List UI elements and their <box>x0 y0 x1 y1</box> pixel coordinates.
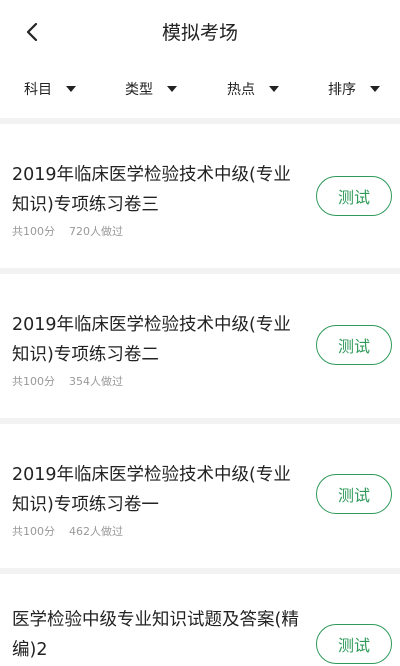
filter-sort[interactable]: 排序 <box>328 78 380 100</box>
page-title: 模拟考场 <box>161 22 238 44</box>
paper-score: 共100分 <box>12 525 55 538</box>
paper-title: 2019年临床医学检验技术中级(专业知识)专项练习卷三 <box>12 165 291 215</box>
paper-card[interactable]: 医学检验中级专业知识试题及答案(精编)2 测试 <box>0 574 400 666</box>
filter-label: 热点 <box>227 82 255 98</box>
paper-meta: 共100分 720人做过 <box>12 223 123 239</box>
caret-down-icon <box>269 86 279 92</box>
filter-hot[interactable]: 热点 <box>227 78 279 100</box>
filter-label: 排序 <box>328 82 356 98</box>
paper-count: 354人做过 <box>69 375 123 388</box>
filter-bar: 科目 类型 热点 排序 <box>0 72 400 106</box>
paper-card[interactable]: 2019年临床医学检验技术中级(专业知识)专项练习卷三 共100分 720人做过… <box>0 124 400 268</box>
test-button[interactable]: 测试 <box>316 474 392 514</box>
caret-down-icon <box>370 86 380 92</box>
header: 模拟考场 科目 类型 热点 排序 <box>0 0 400 118</box>
filter-label: 科目 <box>24 82 52 98</box>
filter-label: 类型 <box>125 82 153 98</box>
paper-title: 2019年临床医学检验技术中级(专业知识)专项练习卷二 <box>12 315 291 365</box>
paper-meta: 共100分 354人做过 <box>12 373 123 389</box>
paper-count: 462人做过 <box>69 525 123 538</box>
caret-down-icon <box>66 86 76 92</box>
test-button[interactable]: 测试 <box>316 325 392 365</box>
test-button[interactable]: 测试 <box>316 176 392 216</box>
paper-score: 共100分 <box>12 375 55 388</box>
paper-count: 720人做过 <box>69 225 123 238</box>
paper-title: 2019年临床医学检验技术中级(专业知识)专项练习卷一 <box>12 465 291 515</box>
caret-down-icon <box>167 86 177 92</box>
paper-card[interactable]: 2019年临床医学检验技术中级(专业知识)专项练习卷二 共100分 354人做过… <box>0 274 400 418</box>
paper-meta: 共100分 462人做过 <box>12 523 123 539</box>
paper-score: 共100分 <box>12 225 55 238</box>
test-button[interactable]: 测试 <box>316 624 392 664</box>
paper-title: 医学检验中级专业知识试题及答案(精编)2 <box>12 610 299 660</box>
paper-card[interactable]: 2019年临床医学检验技术中级(专业知识)专项练习卷一 共100分 462人做过… <box>0 424 400 568</box>
filter-subject[interactable]: 科目 <box>24 78 76 100</box>
filter-type[interactable]: 类型 <box>125 78 177 100</box>
